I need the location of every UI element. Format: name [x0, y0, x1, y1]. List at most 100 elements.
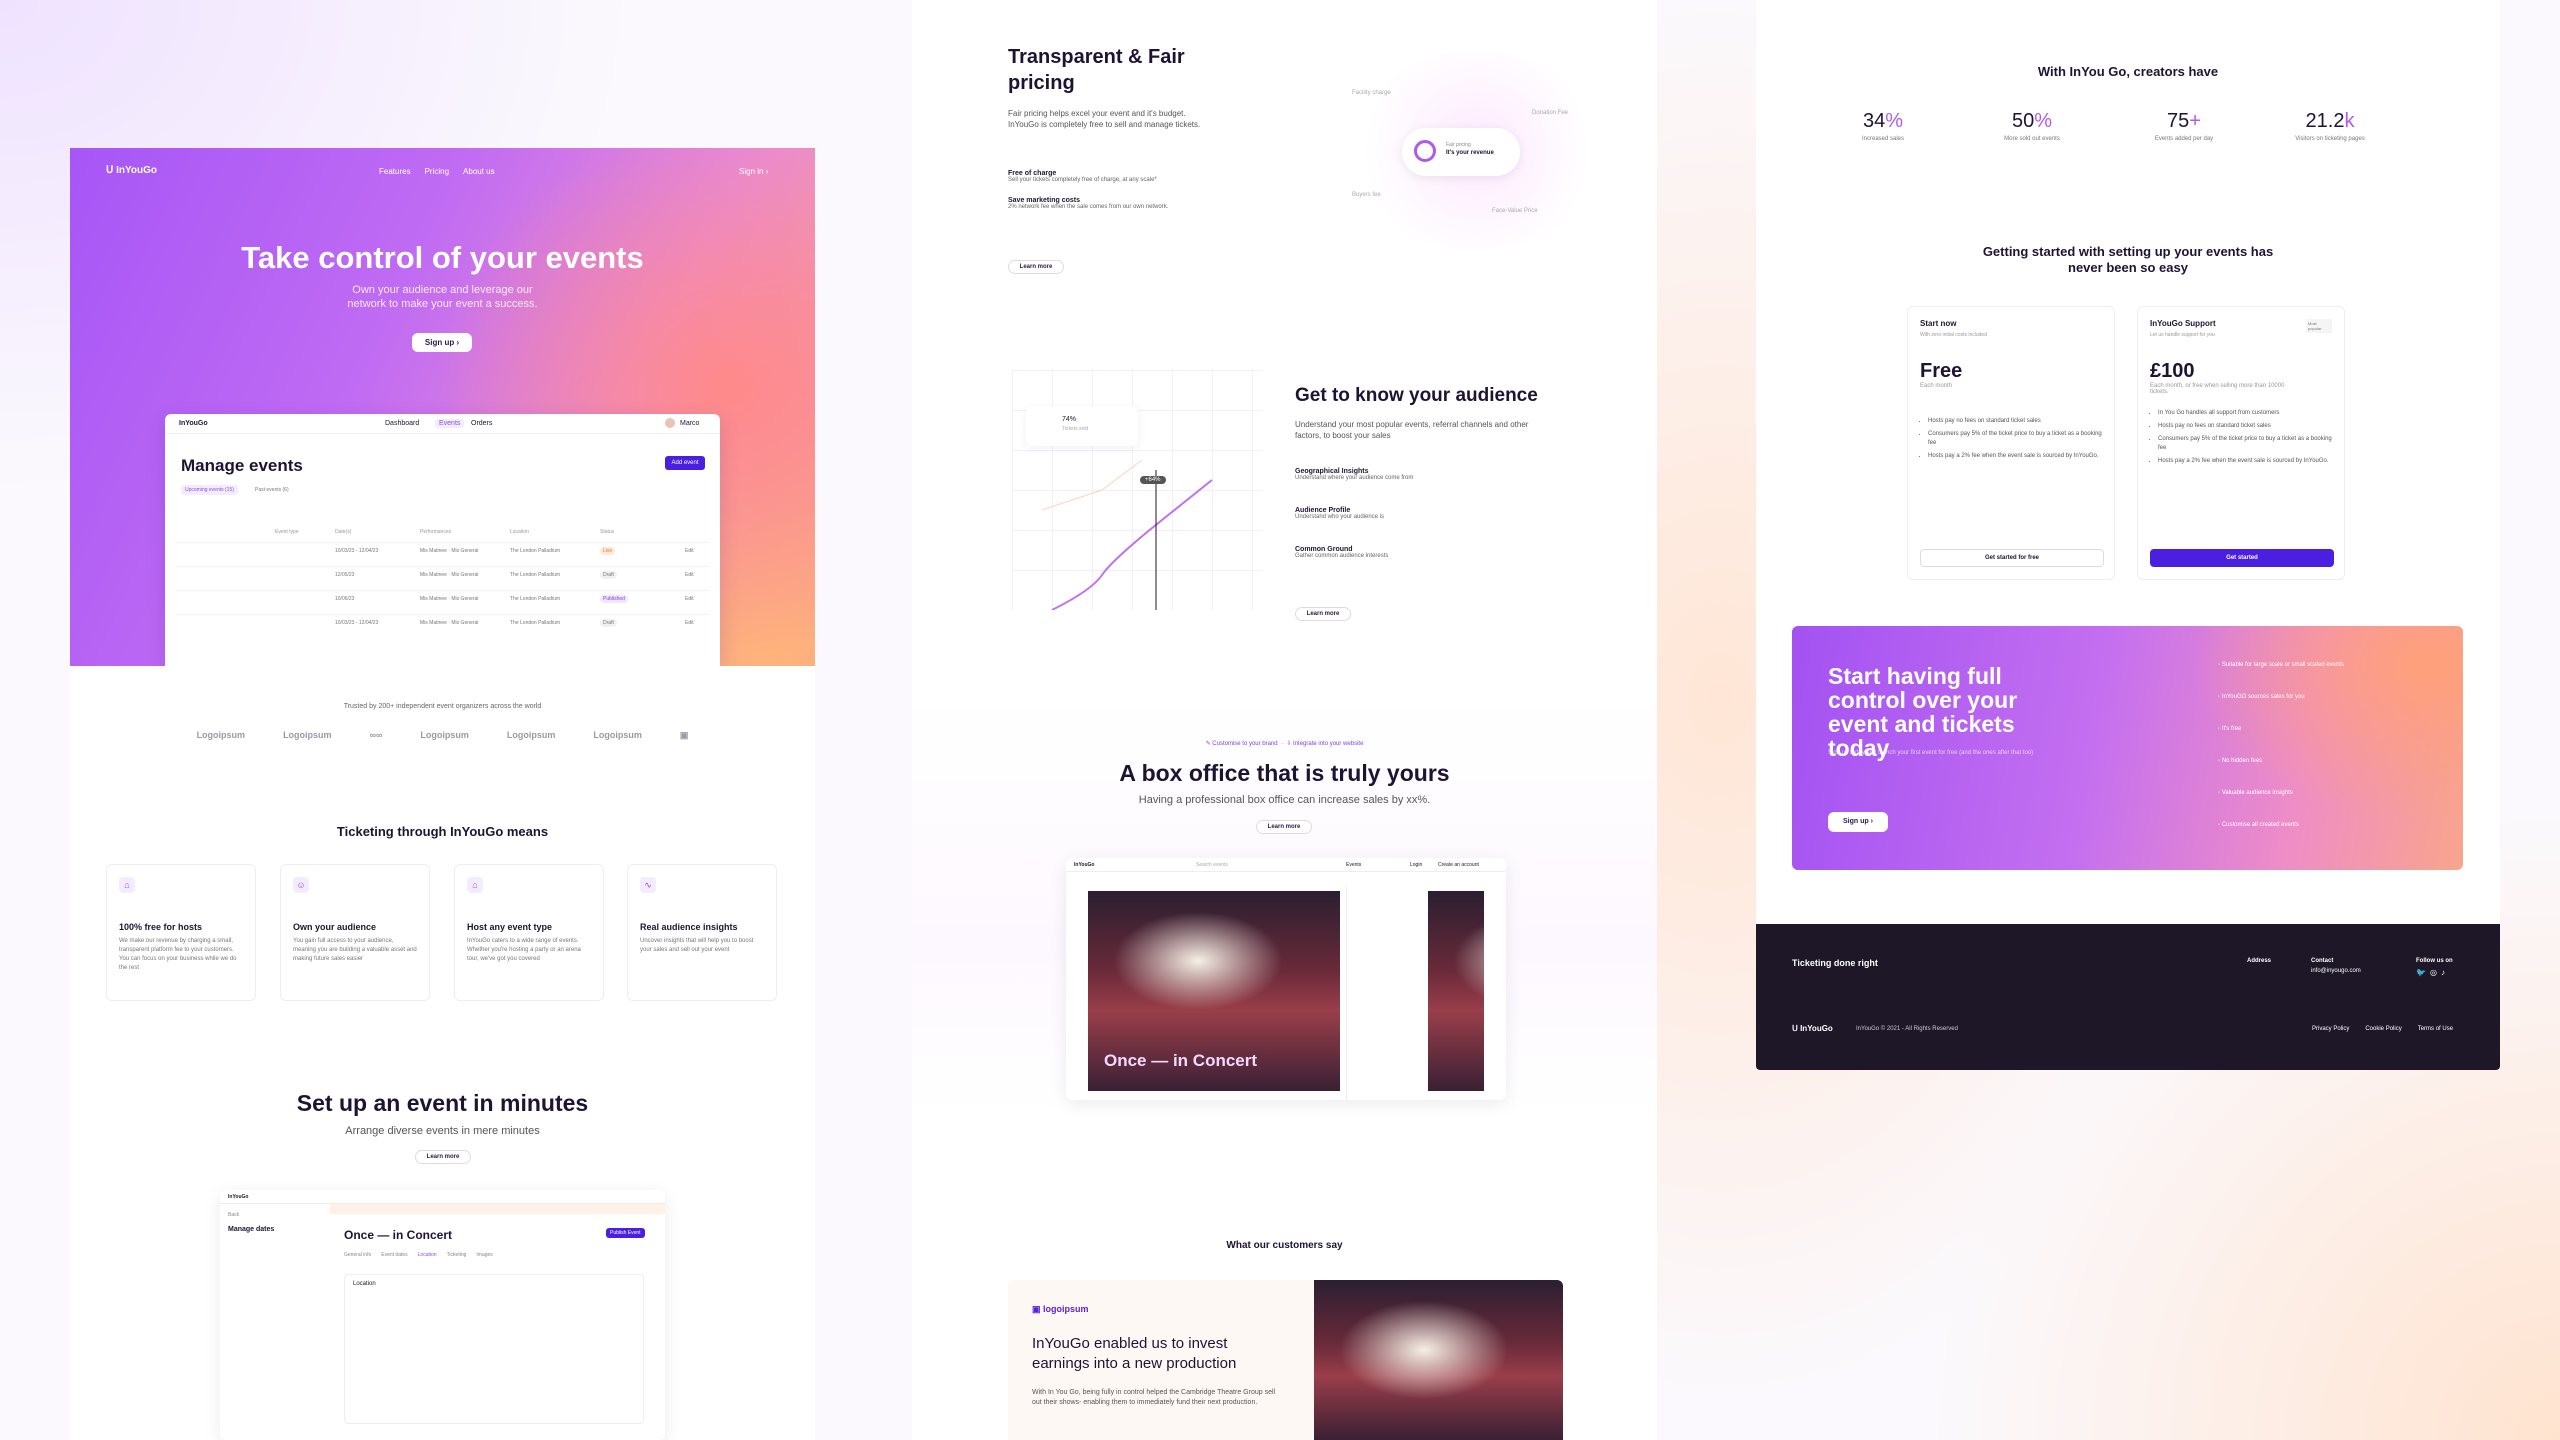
feature-card: ∿ Real audience insights Uncover insight…: [627, 864, 777, 1001]
check-icon: ◦: [2218, 726, 2221, 732]
social-icons: 🐦 ◎ ♪: [2416, 968, 2445, 977]
boxoffice-preview: InYouGo Search events Events Login Creat…: [1066, 858, 1506, 1100]
stat: 75+ Events added per day: [2154, 110, 2214, 142]
landing-column-1: ᑌ InYouGo Features Pricing About us Sign…: [70, 148, 815, 1440]
filter-past[interactable]: Past events (6): [255, 487, 289, 493]
hero-section: ᑌ InYouGo Features Pricing About us Sign…: [70, 148, 815, 666]
landing-column-3: With InYou Go, creators have 34% Increase…: [1756, 0, 2500, 1070]
audience-learn-more[interactable]: Learn more: [1295, 607, 1351, 621]
location-label: Location: [353, 1281, 376, 1287]
table-row[interactable]: 10/03/23 - 12/04/23 Mis Matinee · Mis Ge…: [175, 542, 710, 558]
instagram-icon[interactable]: ◎: [2430, 968, 2437, 977]
status-badge: Live: [600, 547, 616, 555]
add-event-button[interactable]: Add event: [665, 456, 705, 470]
logo-icon: ᑌ: [106, 165, 114, 176]
check-icon: ◦: [2218, 790, 2221, 796]
cta-signup-button[interactable]: Sign up ›: [1828, 812, 1888, 832]
nav-logo[interactable]: ᑌ InYouGo: [106, 165, 157, 176]
partner-logo: Logoipsum: [196, 730, 246, 740]
pricing-orbit: Facility charge Donation Fee Buyers fee …: [1352, 50, 1602, 250]
footer-tagline: Ticketing done right: [1792, 958, 1878, 968]
filter-upcoming[interactable]: Upcoming events (15): [181, 485, 238, 495]
testimonial-quote: InYouGo enabled us to invest earnings in…: [1032, 1335, 1237, 1372]
footer-logo: ᑌ InYouGo: [1792, 1024, 1833, 1033]
chip-badge: +64%: [1140, 476, 1166, 484]
status-badge: Published: [600, 595, 628, 603]
footer: Ticketing done right Address Contact inf…: [1756, 924, 2500, 1070]
user-name: Marco: [680, 420, 700, 427]
landing-column-2: Transparent & Fair pricing Fair pricing …: [912, 0, 1657, 1440]
table-row[interactable]: 10/03/23 - 12/04/23 Mis Matinee · Mis Ge…: [175, 614, 710, 630]
footer-links: Privacy Policy Cookie Policy Terms of Us…: [2312, 1026, 2454, 1032]
feature-card: ⌂ Host any event type InYouGo caters to …: [454, 864, 604, 1001]
start-title: Getting started with setting up your eve…: [1982, 244, 2274, 275]
dashboard-preview: InYouGo Dashboard Events Orders Marco Ma…: [165, 414, 720, 666]
features-title: Ticketing through InYouGo means: [336, 824, 549, 839]
footer-email[interactable]: info@inyougo.com: [2311, 968, 2361, 974]
table-header: Event type Date(s) Performances Location…: [275, 529, 615, 535]
page-title: Manage events: [181, 456, 303, 475]
cta-title: Start having full control over your even…: [1828, 663, 2018, 761]
setup-learn-more[interactable]: Learn more: [415, 1150, 471, 1164]
dashboard-topbar: InYouGo Dashboard Events Orders Marco: [165, 414, 720, 434]
setup-subtitle: Arrange diverse events in mere minutes: [345, 1125, 540, 1137]
hero-signup-button[interactable]: Sign up ›: [412, 333, 472, 352]
donut-icon: [1414, 140, 1436, 162]
edit-link[interactable]: Edit: [685, 548, 694, 554]
show-photo-side: [1428, 891, 1484, 1091]
pricing-title: Transparent & Fair pricing: [1008, 46, 1185, 94]
events-dropdown[interactable]: [1346, 886, 1426, 1100]
pricing-learn-more[interactable]: Learn more: [1008, 260, 1064, 274]
check-icon: ◦: [2218, 822, 2221, 828]
nav-link-pricing[interactable]: Pricing: [425, 167, 449, 176]
show-photo: Once — in Concert: [1088, 891, 1340, 1091]
boxoffice-learn-more[interactable]: Learn more: [1256, 820, 1312, 834]
publish-button[interactable]: Publish Event: [606, 1228, 645, 1238]
nav-links: Features Pricing About us: [379, 167, 495, 176]
boxoffice-title: A box office that is truly yours: [1119, 760, 1450, 786]
dash-tab-events[interactable]: Events: [435, 419, 465, 428]
chevron-right-icon: ›: [765, 167, 769, 176]
table-row[interactable]: 10/06/23 Mis Matinee · Mis General The L…: [175, 590, 710, 606]
dash-tab-dashboard[interactable]: Dashboard: [385, 420, 419, 427]
twitter-icon[interactable]: 🐦: [2416, 968, 2426, 977]
edit-link[interactable]: Edit: [685, 572, 694, 578]
check-icon: ◦: [2218, 694, 2221, 700]
customer-logo: ▣ logoipsum: [1032, 1304, 1089, 1314]
partner-logo: Logoipsum: [283, 730, 332, 740]
table-row[interactable]: 12/05/23 Mis Matinee · Mis General The L…: [175, 566, 710, 582]
nav-link-features[interactable]: Features: [379, 167, 411, 176]
pen-icon: ✎: [1205, 741, 1211, 747]
stat: 34% Increased sales: [1861, 110, 1905, 142]
edit-link[interactable]: Edit: [685, 596, 694, 602]
edit-link[interactable]: Edit: [685, 620, 694, 626]
audience-title: Get to know your audience: [1295, 385, 1538, 406]
nav-link-about[interactable]: About us: [463, 167, 495, 176]
activity-icon: ∿: [640, 877, 656, 893]
testimonial-photo: [1314, 1280, 1563, 1440]
partner-logo: Logoipsum: [506, 730, 556, 740]
hero-title: Take control of your events: [241, 240, 644, 275]
plan-card-support: InYouGo Support Let us handle support fo…: [2137, 306, 2345, 580]
cta-benefits: ◦ Suitable for large scale or small scal…: [2218, 662, 2344, 828]
boxoffice-tags: ✎ Customise to your brand · ⇩ Integrate …: [1205, 741, 1364, 747]
back-link[interactable]: Back: [228, 1212, 239, 1218]
sign-in-link[interactable]: Sign in ›: [739, 167, 768, 176]
hero-subtitle: Own your audience and leverage our netwo…: [347, 284, 538, 310]
feature-card: ☺ Own your audience You gain full access…: [280, 864, 430, 1001]
check-icon: ◦: [2218, 662, 2221, 668]
partner-logo: ∞∞: [369, 730, 383, 740]
setup-title: Set up an event in minutes: [296, 1090, 589, 1116]
logo-strip: Logoipsum Logoipsum ∞∞ Logoipsum Logoips…: [70, 730, 815, 741]
download-icon: ⇩: [1286, 741, 1292, 747]
status-badge: Draft: [600, 619, 617, 627]
tiktok-icon[interactable]: ♪: [2441, 968, 2445, 977]
feature-card: ⌂ 100% free for hosts We make our revenu…: [106, 864, 256, 1001]
event-title: Once — in Concert: [344, 1228, 453, 1242]
cta-banner: Start having full control over your even…: [1792, 626, 2463, 870]
dash-tab-orders[interactable]: Orders: [471, 420, 492, 427]
get-started-free-button[interactable]: Get started for free: [1920, 549, 2104, 567]
popular-badge: Most popular: [2306, 319, 2332, 333]
search-input[interactable]: Search events: [1196, 862, 1228, 868]
get-started-button[interactable]: Get started: [2150, 549, 2334, 567]
